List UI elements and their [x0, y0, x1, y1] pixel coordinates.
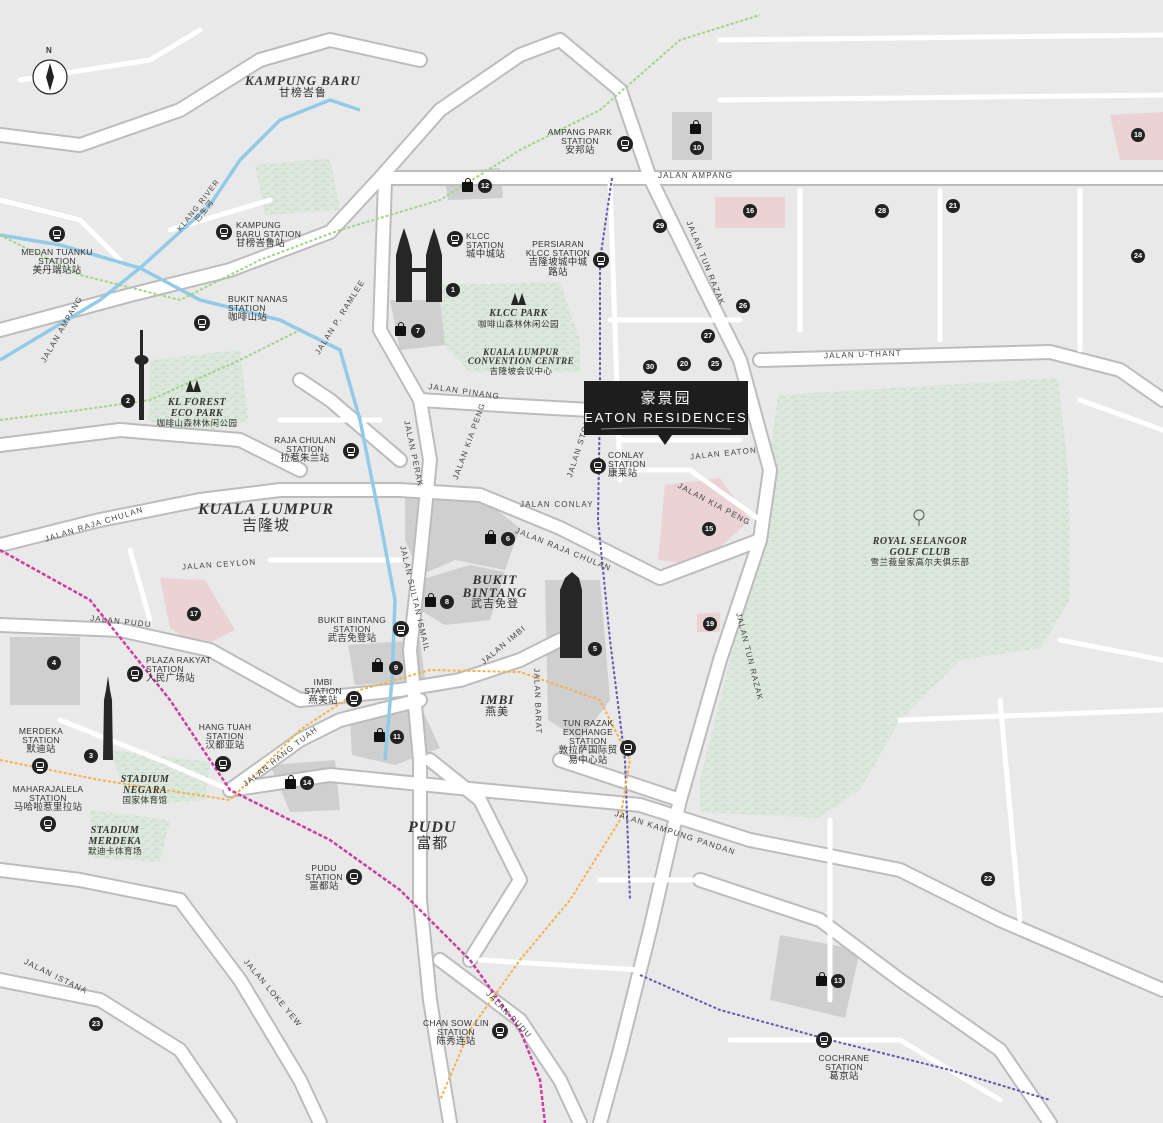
- station-raja-chulan: RAJA CHULAN STATION 拉惹朱兰站: [274, 435, 336, 464]
- marker-18: 18: [1131, 128, 1145, 142]
- station-imbi: IMBI STATION 燕美站: [304, 677, 342, 706]
- district-pudu: PUDU 富都: [408, 819, 457, 852]
- station-ampang-park: AMPANG PARK STATION 安邦站: [547, 127, 613, 156]
- train-station-icon: [617, 136, 633, 152]
- marker-6: 6: [501, 532, 515, 546]
- marker-28: 28: [875, 204, 889, 218]
- train-station-icon: [346, 869, 362, 885]
- train-station-icon: [215, 756, 231, 772]
- road-label-jalan-barat: JALAN BARAT: [532, 667, 544, 735]
- marker-10: 10: [690, 141, 704, 155]
- marker-7: 7: [411, 324, 425, 338]
- location-map: N KAMPUNG BARU 甘榜峇鲁 KUALA LUMPUR 吉隆坡 BUKIT…: [0, 0, 1163, 1123]
- place-stadium-merdeka: STADIUM MERDEKA 默迪卡体育场: [87, 825, 142, 856]
- train-station-icon: [590, 458, 606, 474]
- station-hang-tuah: HANG TUAH STATION 汉都亚站: [198, 722, 252, 751]
- marker-20: 20: [677, 357, 691, 371]
- station-cochrane: COCHRANE STATION 葛京站: [818, 1053, 870, 1082]
- marker-29: 29: [653, 219, 667, 233]
- marker-27: 27: [701, 329, 715, 343]
- train-station-icon: [393, 621, 409, 637]
- compass-icon: [31, 58, 69, 96]
- marker-1: 1: [446, 283, 460, 297]
- marker-15: 15: [702, 522, 716, 536]
- eaton-residences-cn-label: 豪景园: [640, 390, 692, 407]
- station-bukit-bintang: BUKIT BINTANG STATION 武吉免登站: [317, 615, 387, 644]
- road-label-jalan-ampang: JALAN AMPANG: [658, 171, 734, 180]
- shopping-bag-icon: [395, 322, 406, 336]
- shopping-bag-icon: [372, 658, 383, 672]
- place-klcc-park: KLCC PARK 咖啡山森林休闲公园: [478, 308, 560, 329]
- marker-3: 3: [84, 749, 98, 763]
- marker-13: 13: [831, 974, 845, 988]
- shopping-bag-icon: [690, 120, 701, 134]
- district-imbi: IMBI 燕美: [480, 692, 515, 718]
- station-bukit-nanas: BUKIT NANAS STATION 咖啡山站: [228, 294, 288, 323]
- kampung-baru-park: [255, 158, 340, 215]
- train-station-icon: [816, 1032, 832, 1048]
- station-medan-tuanku: MEDAN TUANKU STATION 美丹端站站: [21, 247, 93, 276]
- marker-4: 4: [47, 656, 61, 670]
- marker-30: 30: [643, 360, 657, 374]
- marker-16: 16: [743, 204, 757, 218]
- station-tun-razak-exchange: TUN RAZAK EXCHANGE STATION 敦拉萨国际贸易中心站: [558, 718, 618, 766]
- shopping-bag-icon: [425, 593, 436, 607]
- marker-23: 23: [89, 1017, 103, 1031]
- marker-11: 11: [390, 730, 404, 744]
- marker-22: 22: [981, 872, 995, 886]
- train-station-icon: [343, 443, 359, 459]
- marker-14: 14: [300, 776, 314, 790]
- marker-12: 12: [478, 179, 492, 193]
- place-royal-selangor-golf: ROYAL SELANGOR GOLF CLUB 雪兰莪皇家高尔夫俱乐部: [870, 536, 970, 567]
- shopping-bag-icon: [485, 530, 496, 544]
- train-station-icon: [492, 1023, 508, 1039]
- eaton-residences-callout[interactable]: 豪景园 EATON RESIDENCES: [584, 381, 748, 435]
- station-persiaran-klcc: PERSIARAN KLCC STATION 吉隆坡城中城路站: [525, 239, 591, 278]
- train-station-icon: [49, 226, 65, 242]
- station-klcc: KLCC STATION 城中城站: [466, 231, 506, 260]
- place-convention-centre: KUALA LUMPUR CONVENTION CENTRE 吉隆坡会议中心: [467, 347, 575, 376]
- shopping-bag-icon: [816, 972, 827, 986]
- station-kampung-baru: KAMPUNG BARU STATION 甘榜峇鲁站: [236, 220, 302, 249]
- road-label-jalan-conlay: JALAN CONLAY: [520, 500, 594, 509]
- marker-9: 9: [389, 661, 403, 675]
- train-station-icon: [620, 740, 636, 756]
- compass-north-label: N: [46, 46, 52, 55]
- marker-24: 24: [1131, 249, 1145, 263]
- station-conlay: CONLAY STATION 康莱站: [608, 450, 646, 479]
- eaton-underline: [600, 427, 732, 430]
- train-station-icon: [593, 252, 609, 268]
- place-stadium-negara: STADIUM NEGARA 国家体育馆: [120, 774, 170, 805]
- shopping-bag-icon: [462, 178, 473, 192]
- train-station-icon: [194, 315, 210, 331]
- shopping-bag-icon: [374, 728, 385, 742]
- marker-2: 2: [121, 394, 135, 408]
- marker-5: 5: [588, 642, 602, 656]
- train-station-icon: [216, 224, 232, 240]
- eaton-location-pointer: [658, 435, 672, 445]
- district-bukit-bintang: BUKIT BINTANG 武吉免登: [462, 572, 528, 610]
- district-kampung-baru: KAMPUNG BARU 甘榜峇鲁: [245, 73, 361, 99]
- shopping-bag-icon: [285, 775, 296, 789]
- marker-26: 26: [736, 299, 750, 313]
- marker-17: 17: [187, 607, 201, 621]
- district-kuala-lumpur: KUALA LUMPUR 吉隆坡: [198, 501, 335, 534]
- station-maharajalela: MAHARAJALELA STATION 马哈啦惹里拉站: [12, 784, 84, 813]
- station-merdeka: MERDEKA STATION 默迪站: [18, 726, 64, 755]
- marker-25: 25: [708, 357, 722, 371]
- eaton-residences-en-label: EATON RESIDENCES: [584, 410, 748, 425]
- marker-21: 21: [946, 199, 960, 213]
- station-chan-sow-lin: CHAN SOW LIN STATION 陈秀连站: [423, 1018, 489, 1047]
- train-station-icon: [447, 231, 463, 247]
- exchange-106-landmark: [560, 572, 582, 658]
- station-pudu: PUDU STATION 富都站: [305, 863, 343, 892]
- marker-19: 19: [703, 617, 717, 631]
- train-station-icon: [346, 691, 362, 707]
- place-kl-forest-park: KL FOREST ECO PARK 咖啡山森林休闲公园: [156, 397, 238, 428]
- marker-8: 8: [440, 595, 454, 609]
- train-station-icon: [127, 666, 143, 682]
- train-station-icon: [32, 758, 48, 774]
- station-plaza-rakyat: PLAZA RAKYAT STATION 人民广场站: [146, 655, 212, 684]
- train-station-icon: [40, 816, 56, 832]
